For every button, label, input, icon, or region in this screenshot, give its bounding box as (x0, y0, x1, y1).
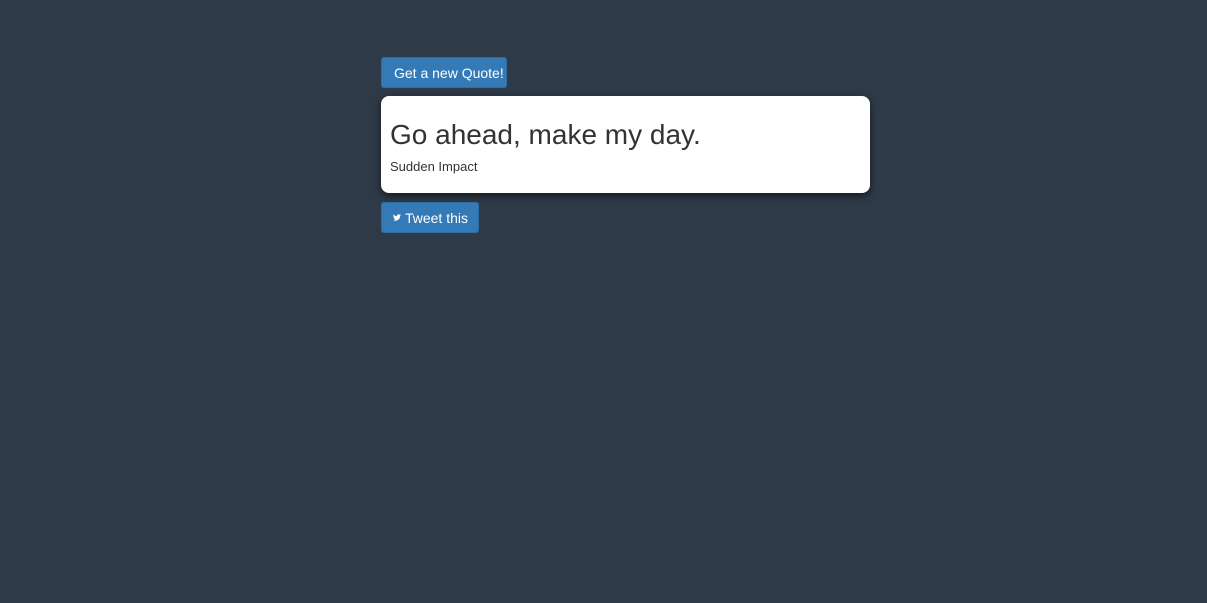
tweet-button-label: Tweet this (404, 209, 468, 226)
twitter-icon (393, 214, 401, 221)
tweet-button[interactable]: Tweet this (381, 202, 479, 233)
new-quote-button[interactable]: Get a new Quote! (381, 57, 507, 88)
quote-text: Go ahead, make my day. (390, 119, 701, 150)
quote-source: Sudden Impact (390, 159, 478, 174)
quote-card: Go ahead, make my day. Sudden Impact (381, 96, 870, 193)
quote-app: Get a new Quote! Go ahead, make my day. … (381, 57, 870, 233)
